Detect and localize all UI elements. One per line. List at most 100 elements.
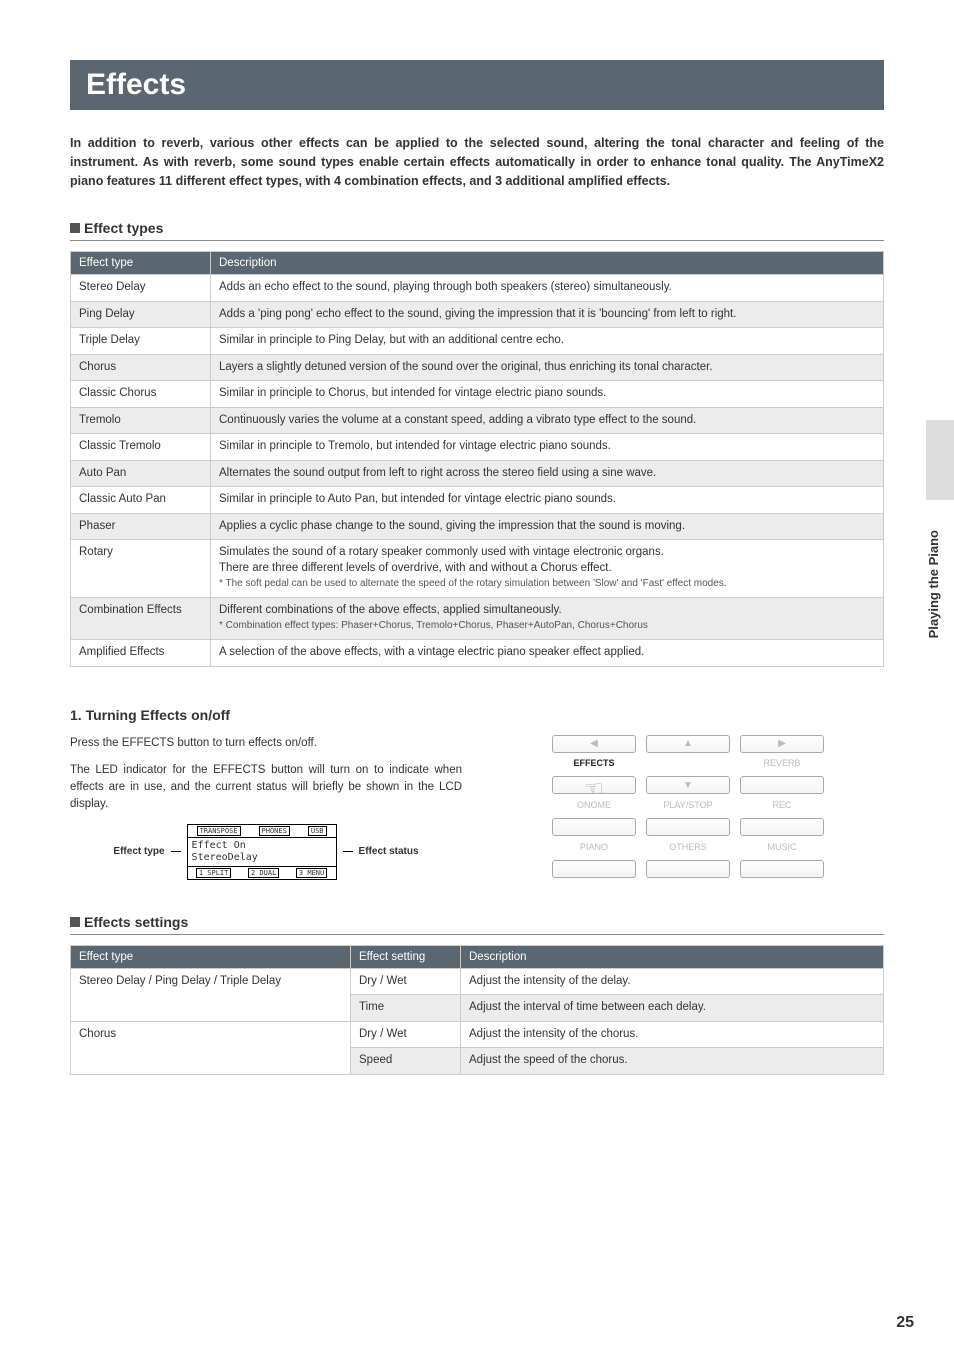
cell-effect-desc: Adds an echo effect to the sound, playin… (211, 275, 884, 302)
section-effect-types: Effect types (70, 220, 884, 241)
table-row: ChorusDry / WetAdjust the intensity of t… (71, 1021, 884, 1048)
lcd-bot-3: 3 MENU (296, 868, 327, 878)
cell-effect-name: Ping Delay (71, 301, 211, 328)
cell-effect-name: Classic Chorus (71, 381, 211, 408)
playstop-button[interactable] (646, 818, 730, 836)
cell-effect-desc: Simulates the sound of a rotary speaker … (211, 540, 884, 598)
cell-effect-type: Chorus (71, 1021, 351, 1074)
music-label: MUSIC (740, 842, 824, 854)
cell-effect-name: Tremolo (71, 407, 211, 434)
cell-effect-setting: Dry / Wet (351, 968, 461, 995)
cell-effect-desc: Similar in principle to Tremolo, but int… (211, 434, 884, 461)
cell-effect-desc: Layers a slightly detuned version of the… (211, 354, 884, 381)
others-button[interactable] (646, 860, 730, 878)
cell-effect-desc: Similar in principle to Auto Pan, but in… (211, 487, 884, 514)
cell-effect-desc: Continuously varies the volume at a cons… (211, 407, 884, 434)
turning-p2: The LED indicator for the EFFECTS button… (70, 762, 462, 814)
playstop-label: PLAY/STOP (646, 800, 730, 812)
piano-button[interactable] (552, 860, 636, 878)
table-row: Classic Auto PanSimilar in principle to … (71, 487, 884, 514)
cell-effect-setting: Time (351, 995, 461, 1022)
music-button[interactable] (740, 860, 824, 878)
cell-effect-name: Phaser (71, 513, 211, 540)
metronome-button[interactable] (552, 818, 636, 836)
callout-line (343, 851, 353, 852)
cell-effect-setting: Speed (351, 1048, 461, 1075)
lcd-top-3: USB (308, 826, 327, 836)
rec-label: REC (740, 800, 824, 812)
col-description: Description (211, 252, 884, 275)
cell-effect-name: Auto Pan (71, 460, 211, 487)
cell-effect-name: Stereo Delay (71, 275, 211, 302)
col-description: Description (461, 945, 884, 968)
cell-effect-name: Amplified Effects (71, 639, 211, 666)
reverb-label: REVERB (740, 758, 824, 770)
col-effect-setting: Effect setting (351, 945, 461, 968)
table-row: Stereo DelayAdds an echo effect to the s… (71, 275, 884, 302)
lcd-line1: Effect On (192, 840, 332, 852)
reverb-button[interactable] (740, 776, 824, 794)
left-arrow-button[interactable]: ◀ (552, 735, 636, 753)
cell-setting-desc: Adjust the speed of the chorus. (461, 1048, 884, 1075)
cell-effect-setting: Dry / Wet (351, 1021, 461, 1048)
table-row: Classic TremoloSimilar in principle to T… (71, 434, 884, 461)
lcd-bot-1: 1 SPLIT (196, 868, 232, 878)
up-arrow-button[interactable]: ▲ (646, 735, 730, 753)
lcd-label-left: Effect type (113, 846, 164, 858)
cell-effect-desc: A selection of the above effects, with a… (211, 639, 884, 666)
effect-types-table: Effect type Description Stereo DelayAdds… (70, 251, 884, 666)
right-arrow-button[interactable]: ▶ (740, 735, 824, 753)
cell-effect-name: Classic Tremolo (71, 434, 211, 461)
table-row: Stereo Delay / Ping Delay / Triple Delay… (71, 968, 884, 995)
cell-effect-desc: Different combinations of the above effe… (211, 597, 884, 639)
turning-heading: 1. Turning Effects on/off (70, 707, 884, 723)
effects-button[interactable]: ☜ (552, 776, 636, 794)
piano-label: PIANO (552, 842, 636, 854)
cell-effect-name: Triple Delay (71, 328, 211, 355)
table-row: RotarySimulates the sound of a rotary sp… (71, 540, 884, 598)
side-tab-label: Playing the Piano (926, 530, 941, 638)
lcd-diagram: Effect type TRANSPOSE PHONES USB Effect … (70, 824, 462, 880)
cell-effect-name: Classic Auto Pan (71, 487, 211, 514)
table-row: ChorusLayers a slightly detuned version … (71, 354, 884, 381)
table-row: Combination EffectsDifferent combination… (71, 597, 884, 639)
cell-effect-name: Rotary (71, 540, 211, 598)
cell-effect-type: Stereo Delay / Ping Delay / Triple Delay (71, 968, 351, 1021)
cell-effect-desc: Applies a cyclic phase change to the sou… (211, 513, 884, 540)
cell-effect-desc: Adds a 'ping pong' echo effect to the so… (211, 301, 884, 328)
cell-effect-name: Chorus (71, 354, 211, 381)
table-row: Classic ChorusSimilar in principle to Ch… (71, 381, 884, 408)
section-heading-label: Effect types (84, 220, 163, 236)
rec-button[interactable] (740, 818, 824, 836)
col-effect-type: Effect type (71, 945, 351, 968)
col-effect-type: Effect type (71, 252, 211, 275)
cell-setting-desc: Adjust the interval of time between each… (461, 995, 884, 1022)
intro-text: In addition to reverb, various other eff… (70, 134, 884, 190)
page-number: 25 (896, 1314, 914, 1332)
callout-line (171, 851, 181, 852)
turning-p1: Press the EFFECTS button to turn effects… (70, 735, 462, 752)
lcd-label-right: Effect status (359, 846, 419, 858)
cell-effect-desc: Similar in principle to Chorus, but inte… (211, 381, 884, 408)
bullet-icon (70, 223, 80, 233)
blank-label (646, 758, 730, 770)
table-row: Ping DelayAdds a 'ping pong' echo effect… (71, 301, 884, 328)
lcd-screen: TRANSPOSE PHONES USB Effect On StereoDel… (187, 824, 337, 880)
table-row: Amplified EffectsA selection of the abov… (71, 639, 884, 666)
others-label: OTHERS (646, 842, 730, 854)
effects-label: EFFECTS (552, 758, 636, 770)
lcd-top-1: TRANSPOSE (197, 826, 241, 836)
hand-icon: ☜ (584, 776, 604, 802)
table-row: Auto PanAlternates the sound output from… (71, 460, 884, 487)
table-row: Triple DelaySimilar in principle to Ping… (71, 328, 884, 355)
down-arrow-button[interactable]: ▼ (646, 776, 730, 794)
bullet-icon (70, 917, 80, 927)
page-title: Effects (70, 60, 884, 110)
effects-settings-table: Effect type Effect setting Description S… (70, 945, 884, 1075)
lcd-line2: StereoDelay (192, 852, 332, 864)
section-effects-settings: Effects settings (70, 914, 884, 935)
cell-setting-desc: Adjust the intensity of the delay. (461, 968, 884, 995)
lcd-top-2: PHONES (259, 826, 290, 836)
button-panel: ◀ ▲ ▶ EFFECTS REVERB ☜ ▼ ONOME PLAY/STOP… (552, 735, 824, 880)
cell-setting-desc: Adjust the intensity of the chorus. (461, 1021, 884, 1048)
